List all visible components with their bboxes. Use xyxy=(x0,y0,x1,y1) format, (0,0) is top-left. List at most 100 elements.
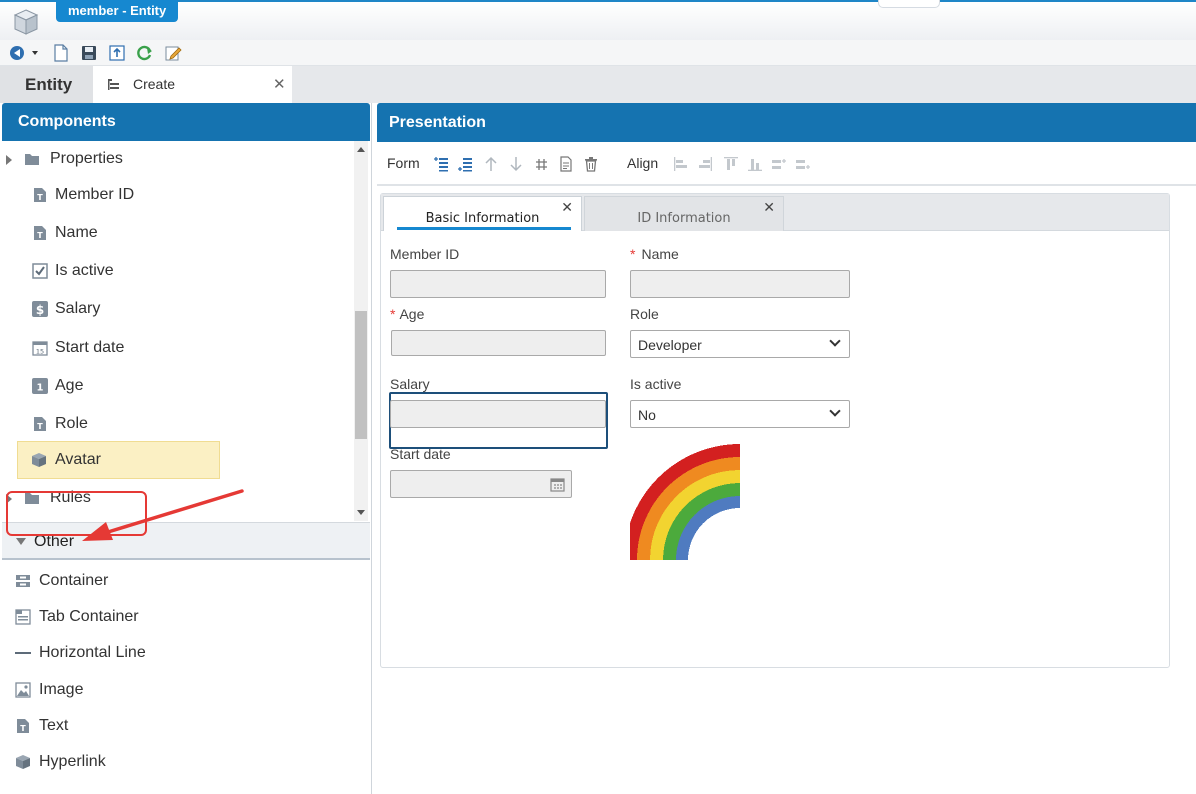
other-item-horizontal-line[interactable]: Horizontal Line xyxy=(2,635,370,671)
close-tab-icon[interactable]: ✕ xyxy=(561,185,573,229)
align-bottom-icon[interactable] xyxy=(747,156,763,172)
tab-container-icon xyxy=(15,609,31,625)
required-asterisk: * xyxy=(630,246,636,262)
tree-item-start-date[interactable]: 15 Start date xyxy=(2,330,354,366)
presentation-panel: Presentation Form Align Basic Informatio… xyxy=(377,103,1196,794)
other-item-hyperlink[interactable]: Hyperlink xyxy=(2,744,370,780)
refresh-icon[interactable] xyxy=(136,44,154,62)
distribute-vertical-icon[interactable] xyxy=(795,156,811,172)
chevron-down-icon[interactable] xyxy=(829,335,841,347)
age-label: * Age xyxy=(390,306,425,322)
form-designer-card: Basic Information ✕ ID Information ✕ Mem… xyxy=(380,193,1170,668)
components-tree: Properties T Member ID T Name Is active xyxy=(2,141,354,521)
quick-toolbar xyxy=(0,40,1196,66)
svg-text:1: 1 xyxy=(37,383,44,394)
editor-tabs: Entity Create ✕ xyxy=(0,66,1196,103)
back-dropdown-icon[interactable] xyxy=(9,44,39,62)
name-label: * Name xyxy=(630,246,679,262)
grid-icon[interactable] xyxy=(534,156,550,172)
svg-text:T: T xyxy=(37,422,43,431)
collapse-triangle-icon[interactable] xyxy=(16,538,26,545)
align-left-icon[interactable] xyxy=(673,156,689,172)
close-tab-icon[interactable]: ✕ xyxy=(763,185,775,229)
tree-item-avatar[interactable]: Avatar xyxy=(17,441,220,479)
required-asterisk: * xyxy=(390,306,396,322)
add-row-above-icon[interactable] xyxy=(433,156,449,172)
presentation-title: Presentation xyxy=(377,103,1196,142)
app-cube-logo-icon xyxy=(13,9,39,35)
close-tab-icon[interactable]: ✕ xyxy=(273,66,286,103)
age-field[interactable] xyxy=(391,330,606,356)
currency-icon: $ xyxy=(32,301,48,317)
text-field-icon: T xyxy=(34,226,46,240)
trash-icon[interactable] xyxy=(583,156,599,172)
member-id-label: Member ID xyxy=(390,246,460,262)
text-field-icon: T xyxy=(34,188,46,202)
tab-entity[interactable]: Entity xyxy=(0,66,93,103)
calendar-picker-icon[interactable] xyxy=(550,477,565,492)
folder-icon xyxy=(25,154,39,165)
container-icon xyxy=(16,575,30,587)
svg-text:15: 15 xyxy=(36,348,44,356)
top-notch-handle[interactable] xyxy=(878,0,940,8)
move-down-icon[interactable] xyxy=(508,156,524,172)
salary-label: Salary xyxy=(390,376,430,392)
scroll-down-arrow-icon[interactable] xyxy=(357,510,365,515)
expand-caret-icon[interactable] xyxy=(6,155,12,165)
align-top-icon[interactable] xyxy=(723,156,739,172)
title-bar: member - Entity xyxy=(0,0,1196,40)
start-date-label: Start date xyxy=(390,446,451,462)
salary-field[interactable] xyxy=(390,400,606,428)
form-toolbar-label: Form xyxy=(387,155,420,171)
distribute-horizontal-icon[interactable] xyxy=(771,156,787,172)
svg-text:T: T xyxy=(37,193,43,202)
tree-item-name[interactable]: T Name xyxy=(2,215,354,251)
form-layout-icon xyxy=(108,79,119,90)
components-scrollbar[interactable] xyxy=(354,141,368,521)
text-field-icon: T xyxy=(34,417,46,431)
calendar-icon: 15 xyxy=(32,341,48,356)
move-up-icon[interactable] xyxy=(483,156,499,172)
is-active-label: Is active xyxy=(630,376,682,392)
expand-caret-icon[interactable] xyxy=(6,494,12,504)
svg-text:T: T xyxy=(37,231,43,240)
tab-create[interactable]: Create ✕ xyxy=(93,66,292,103)
other-item-tab-container[interactable]: Tab Container xyxy=(2,599,370,635)
add-row-below-icon[interactable] xyxy=(457,156,473,172)
chevron-down-icon[interactable] xyxy=(829,405,841,417)
tab-basic-information[interactable]: Basic Information ✕ xyxy=(383,196,582,231)
tree-item-is-active[interactable]: Is active xyxy=(2,253,354,289)
publish-icon[interactable] xyxy=(108,44,126,62)
edit-icon[interactable] xyxy=(164,44,182,62)
window-title: member - Entity xyxy=(56,0,179,22)
is-active-select[interactable]: No xyxy=(630,400,850,428)
new-document-icon[interactable] xyxy=(52,44,70,62)
start-date-field[interactable] xyxy=(390,470,572,498)
checkbox-icon xyxy=(32,263,48,279)
tab-id-information[interactable]: ID Information ✕ xyxy=(584,196,784,231)
name-field[interactable] xyxy=(630,270,850,298)
other-components-list: Container Tab Container Horizontal Line xyxy=(2,560,370,794)
role-select[interactable]: Developer xyxy=(630,330,850,358)
scroll-thumb[interactable] xyxy=(355,311,367,439)
tree-item-salary[interactable]: $ Salary xyxy=(2,291,354,327)
avatar-rainbow-image[interactable] xyxy=(630,444,740,560)
svg-text:$: $ xyxy=(36,303,44,317)
svg-text:T: T xyxy=(20,724,26,733)
tree-item-member-id[interactable]: T Member ID xyxy=(2,177,354,213)
tab-create-label: Create xyxy=(133,76,176,92)
tree-item-age[interactable]: 1 Age xyxy=(2,368,354,404)
image-icon xyxy=(15,682,31,698)
other-item-image[interactable]: Image xyxy=(2,672,370,708)
document-icon[interactable] xyxy=(558,156,574,172)
other-item-container[interactable]: Container xyxy=(2,563,370,599)
tree-item-role[interactable]: T Role xyxy=(2,406,354,442)
align-right-icon[interactable] xyxy=(697,156,713,172)
member-id-field[interactable] xyxy=(390,270,606,298)
components-title: Components xyxy=(2,103,370,141)
tree-folder-properties[interactable]: Properties xyxy=(2,141,354,177)
save-icon[interactable] xyxy=(80,44,98,62)
other-item-text[interactable]: T Text xyxy=(2,708,370,744)
cube-icon xyxy=(32,453,46,467)
scroll-up-arrow-icon[interactable] xyxy=(357,147,365,152)
